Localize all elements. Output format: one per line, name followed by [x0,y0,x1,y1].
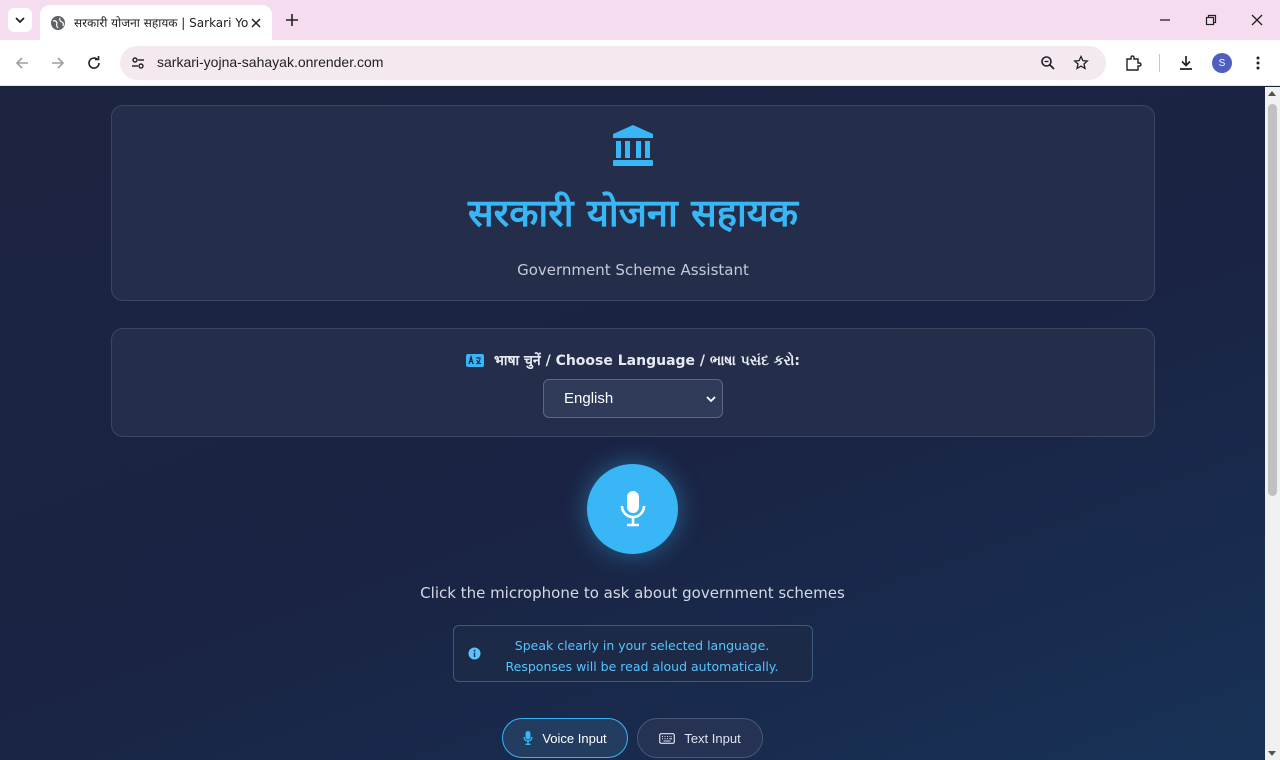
extensions-button[interactable] [1121,51,1145,75]
text-input-button[interactable]: Text Input [637,718,763,758]
page-content: सरकारी योजना सहायक Government Scheme Ass… [0,87,1265,760]
scroll-down-arrow-icon[interactable] [1268,751,1276,756]
chevron-down-icon [15,17,25,24]
language-icon [465,354,484,367]
restore-icon [1205,14,1217,26]
downloads-button[interactable] [1174,51,1198,75]
tab-title: सरकारी योजना सहायक | Sarkari Yojna Sahay… [74,16,248,30]
minimize-button[interactable] [1155,10,1175,30]
restore-button[interactable] [1201,10,1221,30]
more-vertical-icon [1256,56,1260,70]
close-tab-icon[interactable] [248,15,264,31]
voice-hint-box: Speak clearly in your selected language.… [453,625,813,682]
scroll-up-arrow-icon[interactable] [1268,91,1276,96]
page-title: सरकारी योजना सहायक [467,191,799,235]
back-button[interactable] [10,51,34,75]
reload-icon [88,56,100,69]
reload-button[interactable] [82,51,106,75]
scrollbar-thumb[interactable] [1268,104,1277,496]
tab-search-button[interactable] [8,8,32,32]
puzzle-icon [1126,55,1142,71]
profile-avatar[interactable]: S [1212,53,1232,73]
arrow-left-icon [15,57,28,69]
forward-button[interactable] [46,51,70,75]
toolbar-divider [1159,54,1160,72]
browser-menu-button[interactable] [1246,51,1270,75]
bookmark-star-icon[interactable] [1071,53,1091,73]
bank-icon [613,125,653,166]
download-icon [1180,56,1192,70]
voice-input-label: Voice Input [542,730,607,746]
language-card: भाषा चुनें / Choose Language / ભાષા પસંદ… [111,328,1155,437]
zoom-icon[interactable] [1038,53,1058,73]
globe-icon [50,15,66,31]
new-tab-button[interactable] [282,10,302,30]
keyboard-icon [659,732,676,744]
header-card: सरकारी योजना सहायक Government Scheme Ass… [111,105,1155,301]
chevron-down-icon [706,396,716,403]
language-label: भाषा चुनें / Choose Language / ભાષા પસંદ… [493,353,801,369]
browser-tab[interactable]: सरकारी योजना सहायक | Sarkari Yojna Sahay… [40,5,272,40]
language-select[interactable]: English [543,379,723,418]
voice-input-button[interactable]: Voice Input [502,718,628,758]
minimize-icon [1160,19,1170,21]
page-scrollbar[interactable] [1265,87,1280,760]
mic-instruction: Click the microphone to ask about govern… [420,584,845,602]
microphone-icon [620,491,645,527]
text-input-label: Text Input [684,730,741,746]
language-select-value: English [564,390,614,407]
arrow-right-icon [52,57,65,69]
plus-icon [286,14,298,26]
info-icon [468,647,481,660]
microphone-icon [523,731,533,745]
browser-tab-strip: सरकारी योजना सहायक | Sarkari Yojna Sahay… [0,0,1280,40]
page-subtitle: Government Scheme Assistant [517,261,749,279]
site-info-icon[interactable] [128,53,148,73]
microphone-button[interactable] [587,464,678,554]
browser-toolbar: sarkari-yojna-sahayak.onrender.com S [0,40,1280,86]
language-label-row: भाषा चुनें / Choose Language / ભાષા પસંદ… [112,351,1154,370]
address-bar[interactable]: sarkari-yojna-sahayak.onrender.com [120,46,1106,80]
voice-hint-text: Speak clearly in your selected language.… [505,638,779,674]
close-window-button[interactable] [1247,10,1267,30]
close-icon [1251,14,1263,26]
url-text: sarkari-yojna-sahayak.onrender.com [157,54,384,70]
